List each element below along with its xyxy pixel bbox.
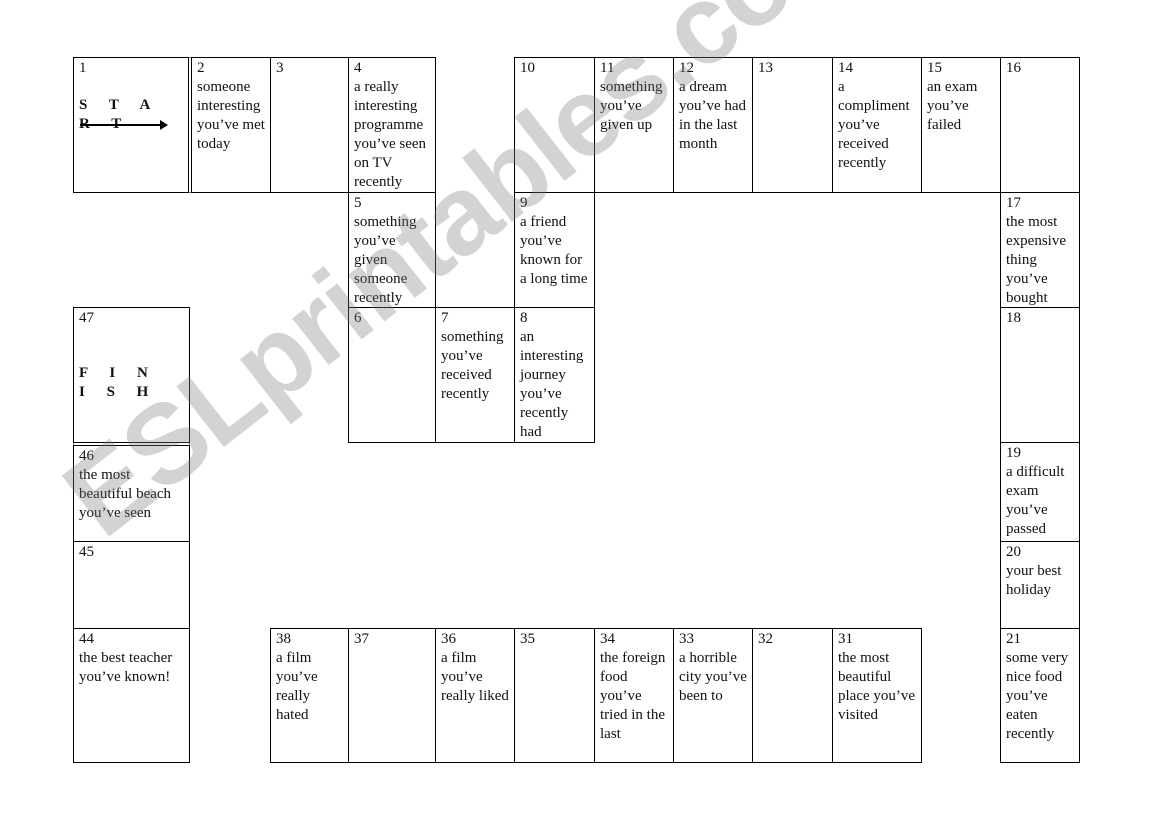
cell-number: 16 — [1006, 60, 1021, 76]
cell-number: 44 — [79, 631, 94, 647]
cell-text: a difficult exam you’ve passed — [1006, 464, 1065, 537]
cell-4: 4 a really interesting programme you’ve s… — [348, 57, 436, 193]
cell-6: 6 — [348, 307, 436, 443]
cell-46: 46 the most beautiful beach you’ve seen — [73, 445, 190, 542]
cell-number: 37 — [354, 631, 369, 647]
cell-21: 21 some very nice food you’ve eaten recen… — [1000, 628, 1080, 763]
cell-11: 11 something you’ve given up — [594, 57, 674, 193]
cell-number: 12 — [679, 60, 694, 76]
cell-number: 11 — [600, 60, 615, 76]
cell-number: 19 — [1006, 445, 1021, 461]
cell-35: 35 — [514, 628, 595, 763]
cell-text: a friend you’ve known for a long time — [520, 214, 588, 287]
cell-number: 20 — [1006, 544, 1021, 560]
cell-number: 15 — [927, 60, 942, 76]
cell-38: 38 a film you’ve really hated — [270, 628, 349, 763]
cell-7: 7 something you’ve received recently — [435, 307, 515, 443]
cell-text: the foreign food you’ve tried in the las… — [600, 650, 666, 742]
cell-32: 32 — [752, 628, 833, 763]
cell-44: 44 the best teacher you’ve known! — [73, 628, 190, 763]
cell-number: 5 — [354, 195, 362, 211]
cell-number: 17 — [1006, 195, 1021, 211]
cell-number: 33 — [679, 631, 694, 647]
cell-1-start: 1 S T A R T — [73, 57, 189, 193]
cell-number: 32 — [758, 631, 773, 647]
cell-17: 17 the most expensive thing you’ve bought — [1000, 192, 1080, 308]
cell-number: 46 — [79, 448, 94, 464]
cell-number: 14 — [838, 60, 853, 76]
cell-text: something you’ve received recently — [441, 329, 504, 402]
cell-text: a horrible city you’ve been to — [679, 650, 747, 704]
cell-3: 3 — [270, 57, 349, 193]
cell-33: 33 a horrible city you’ve been to — [673, 628, 753, 763]
cell-text: a film you’ve really hated — [276, 650, 318, 723]
cell-45: 45 — [73, 541, 190, 629]
cell-15: 15 an exam you’ve failed — [921, 57, 1001, 193]
cell-text: someone interesting you’ve met today — [197, 79, 265, 152]
cell-number: 38 — [276, 631, 291, 647]
cell-number: 34 — [600, 631, 615, 647]
cell-text: an exam you’ve failed — [927, 79, 978, 133]
cell-number: 6 — [354, 310, 362, 326]
cell-number: 2 — [197, 60, 205, 76]
cell-18: 18 — [1000, 307, 1080, 443]
cell-text: a compliment you’ve received recently — [838, 79, 910, 171]
cell-number: 7 — [441, 310, 449, 326]
cell-13: 13 — [752, 57, 833, 193]
cell-number: 13 — [758, 60, 773, 76]
cell-number: 21 — [1006, 631, 1021, 647]
cell-34: 34 the foreign food you’ve tried in the l… — [594, 628, 674, 763]
cell-16: 16 — [1000, 57, 1080, 193]
cell-text: the best teacher you’ve known! — [79, 650, 173, 685]
cell-number: 10 — [520, 60, 535, 76]
cell-10: 10 — [514, 57, 595, 193]
cell-text: a film you’ve really liked — [441, 650, 509, 704]
cell-8: 8 an interesting journey you’ve recently … — [514, 307, 595, 443]
cell-36: 36 a film you’ve really liked — [435, 628, 515, 763]
cell-number: 31 — [838, 631, 853, 647]
cell-14: 14 a compliment you’ve received recently — [832, 57, 922, 193]
cell-number: 35 — [520, 631, 535, 647]
cell-text: a really interesting programme you’ve se… — [354, 79, 427, 190]
cell-number: 1 — [79, 60, 87, 76]
cell-31: 31 the most beautiful place you’ve visite… — [832, 628, 922, 763]
cell-12: 12 a dream you’ve had in the last month — [673, 57, 753, 193]
cell-text: something you’ve given someone recently — [354, 214, 417, 306]
cell-47-finish: 47 F I N I S H — [73, 307, 190, 446]
cell-9: 9 a friend you’ve known for a long time — [514, 192, 595, 308]
cell-number: 45 — [79, 544, 94, 560]
cell-text: a dream you’ve had in the last month — [679, 79, 747, 152]
cell-text: your best holiday — [1006, 563, 1062, 598]
cell-text: an interesting journey you’ve recently h… — [520, 329, 584, 440]
cell-number: 4 — [354, 60, 362, 76]
cell-number: 18 — [1006, 310, 1021, 326]
cell-19: 19 a difficult exam you’ve passed — [1000, 442, 1080, 542]
cell-20: 20 your best holiday — [1000, 541, 1080, 629]
finish-label: F I N I S H — [79, 365, 158, 400]
cell-text: some very nice food you’ve eaten recentl… — [1006, 650, 1069, 742]
cell-2: 2 someone interesting you’ve met today — [188, 57, 271, 193]
arrow-right-icon — [80, 120, 168, 130]
cell-5: 5 something you’ve given someone recently — [348, 192, 436, 308]
cell-text: the most beautiful beach you’ve seen — [79, 467, 172, 521]
cell-number: 47 — [79, 310, 94, 326]
cell-number: 9 — [520, 195, 528, 211]
cell-37: 37 — [348, 628, 436, 763]
cell-text: the most expensive thing you’ve bought — [1006, 214, 1066, 306]
cell-number: 8 — [520, 310, 528, 326]
cell-number: 3 — [276, 60, 284, 76]
cell-text: the most beautiful place you’ve visited — [838, 650, 916, 723]
cell-number: 36 — [441, 631, 456, 647]
cell-text: something you’ve given up — [600, 79, 663, 133]
